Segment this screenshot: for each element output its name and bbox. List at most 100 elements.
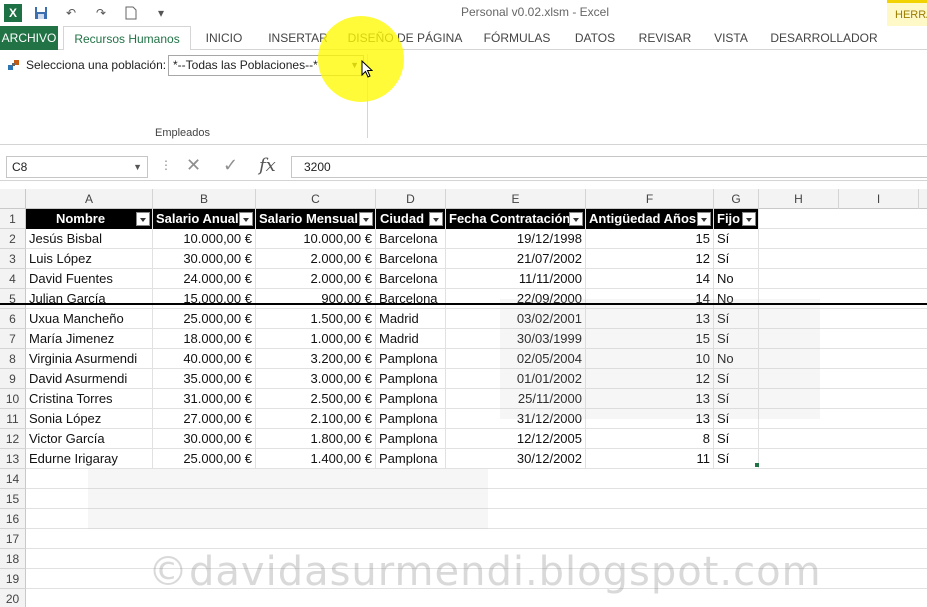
insert-function-icon[interactable]: fx <box>259 155 276 176</box>
row-header[interactable]: 15 <box>0 489 26 509</box>
table-cell[interactable]: Victor García <box>26 429 153 449</box>
table-cell[interactable]: David Fuentes <box>26 269 153 289</box>
column-header-e[interactable]: E <box>446 189 586 209</box>
tab-recursos-humanos[interactable]: Recursos Humanos <box>63 26 191 51</box>
tab-revisar[interactable]: REVISAR <box>634 26 696 50</box>
table-cell[interactable]: Pamplona <box>376 389 446 409</box>
table-cell[interactable]: 15 <box>586 229 714 249</box>
table-cell[interactable]: Luis López <box>26 249 153 269</box>
table-cell[interactable]: 1.000,00 € <box>256 329 376 349</box>
table-cell[interactable]: Sí <box>714 449 759 469</box>
table-cell[interactable]: Madrid <box>376 329 446 349</box>
spreadsheet-grid[interactable]: A B C D E F G H I 1 2 3 4 5 6 7 8 9 10 11 12 13 14 15 1… <box>0 189 927 607</box>
table-cell[interactable]: 2.100,00 € <box>256 409 376 429</box>
tab-datos[interactable]: DATOS <box>568 26 622 50</box>
table-cell[interactable]: 11/11/2000 <box>446 269 586 289</box>
table-cell[interactable]: 10.000,00 € <box>153 229 256 249</box>
table-header-cell[interactable]: Salario Anual <box>153 209 256 229</box>
table-header-cell[interactable]: Salario Mensual <box>256 209 376 229</box>
table-cell[interactable]: Pamplona <box>376 349 446 369</box>
filter-dropdown-icon[interactable] <box>742 212 756 226</box>
tab-desarrollador[interactable]: DESARROLLADOR <box>766 26 882 50</box>
row-header[interactable]: 8 <box>0 349 26 369</box>
tab-formulas[interactable]: FÓRMULAS <box>476 26 558 50</box>
table-cell[interactable]: 1.500,00 € <box>256 309 376 329</box>
table-cell[interactable]: 12/12/2005 <box>446 429 586 449</box>
column-header-d[interactable]: D <box>376 189 446 209</box>
table-cell[interactable]: Pamplona <box>376 369 446 389</box>
table-cell[interactable]: 21/07/2002 <box>446 249 586 269</box>
name-box[interactable]: C8 ▼ <box>6 156 148 178</box>
table-cell[interactable]: Edurne Irigaray <box>26 449 153 469</box>
table-cell[interactable]: 3.000,00 € <box>256 369 376 389</box>
table-cell[interactable]: 10.000,00 € <box>256 229 376 249</box>
column-header-b[interactable]: B <box>153 189 256 209</box>
column-header-i[interactable]: I <box>839 189 919 209</box>
select-all-corner[interactable] <box>0 189 26 209</box>
table-cell[interactable]: Pamplona <box>376 429 446 449</box>
filter-dropdown-icon[interactable] <box>359 212 373 226</box>
table-cell[interactable]: Julian García <box>26 289 153 309</box>
row-header[interactable]: 11 <box>0 409 26 429</box>
column-header-g[interactable]: G <box>714 189 759 209</box>
table-cell[interactable]: 18.000,00 € <box>153 329 256 349</box>
table-cell[interactable]: Barcelona <box>376 289 446 309</box>
filter-dropdown-icon[interactable] <box>239 212 253 226</box>
table-cell[interactable]: 25.000,00 € <box>153 309 256 329</box>
table-cell[interactable]: 30.000,00 € <box>153 429 256 449</box>
table-cell[interactable]: No <box>714 269 759 289</box>
table-cell[interactable]: 30/12/2002 <box>446 449 586 469</box>
table-cell[interactable]: 35.000,00 € <box>153 369 256 389</box>
table-cell[interactable]: David Asurmendi <box>26 369 153 389</box>
row-header[interactable]: 2 <box>0 229 26 249</box>
row-header[interactable]: 10 <box>0 389 26 409</box>
row-header[interactable]: 9 <box>0 369 26 389</box>
more-icon[interactable]: ⋮ <box>160 158 172 172</box>
table-cell[interactable]: Sí <box>714 429 759 449</box>
table-cell[interactable]: Madrid <box>376 309 446 329</box>
table-cell[interactable]: 11 <box>586 449 714 469</box>
row-header[interactable]: 1 <box>0 209 26 229</box>
tab-file[interactable]: ARCHIVO <box>0 26 58 50</box>
table-cell[interactable]: 2.500,00 € <box>256 389 376 409</box>
row-header[interactable]: 20 <box>0 589 26 607</box>
table-cell[interactable]: 2.000,00 € <box>256 249 376 269</box>
table-cell[interactable]: Barcelona <box>376 269 446 289</box>
table-cell[interactable]: 27.000,00 € <box>153 409 256 429</box>
row-header[interactable]: 7 <box>0 329 26 349</box>
table-cell[interactable]: Sonia López <box>26 409 153 429</box>
row-header[interactable]: 18 <box>0 549 26 569</box>
filter-dropdown-icon[interactable] <box>569 212 583 226</box>
table-cell[interactable]: 25.000,00 € <box>153 449 256 469</box>
table-cell[interactable]: 900,00 € <box>256 289 376 309</box>
table-cell[interactable]: Pamplona <box>376 449 446 469</box>
table-cell[interactable]: 3.200,00 € <box>256 349 376 369</box>
column-header-c[interactable]: C <box>256 189 376 209</box>
table-cell[interactable]: 15.000,00 € <box>153 289 256 309</box>
table-cell[interactable]: Virginia Asurmendi <box>26 349 153 369</box>
fill-handle[interactable] <box>755 463 759 467</box>
enter-icon[interactable]: ✓ <box>223 155 238 176</box>
table-cell[interactable]: Sí <box>714 249 759 269</box>
empty-row[interactable] <box>26 529 927 549</box>
table-cell[interactable]: 19/12/1998 <box>446 229 586 249</box>
row-header[interactable]: 16 <box>0 509 26 529</box>
column-header-f[interactable]: F <box>586 189 714 209</box>
column-header-a[interactable]: A <box>26 189 153 209</box>
table-cell[interactable]: 24.000,00 € <box>153 269 256 289</box>
contextual-tab[interactable]: HERRA <box>887 0 927 26</box>
table-cell[interactable]: 2.000,00 € <box>256 269 376 289</box>
row-header[interactable]: 19 <box>0 569 26 589</box>
table-cell[interactable]: Sí <box>714 229 759 249</box>
filter-dropdown-icon[interactable] <box>697 212 711 226</box>
table-cell[interactable]: 30.000,00 € <box>153 249 256 269</box>
row-header[interactable]: 17 <box>0 529 26 549</box>
table-header-cell[interactable]: Fijo <box>714 209 759 229</box>
formula-input[interactable]: 3200 <box>291 156 927 178</box>
cancel-icon[interactable]: ✕ <box>186 155 201 176</box>
row-header[interactable]: 4 <box>0 269 26 289</box>
table-cell[interactable]: 40.000,00 € <box>153 349 256 369</box>
table-cell[interactable]: Pamplona <box>376 409 446 429</box>
table-header-cell[interactable]: Antigüedad Años <box>586 209 714 229</box>
column-header-h[interactable]: H <box>759 189 839 209</box>
